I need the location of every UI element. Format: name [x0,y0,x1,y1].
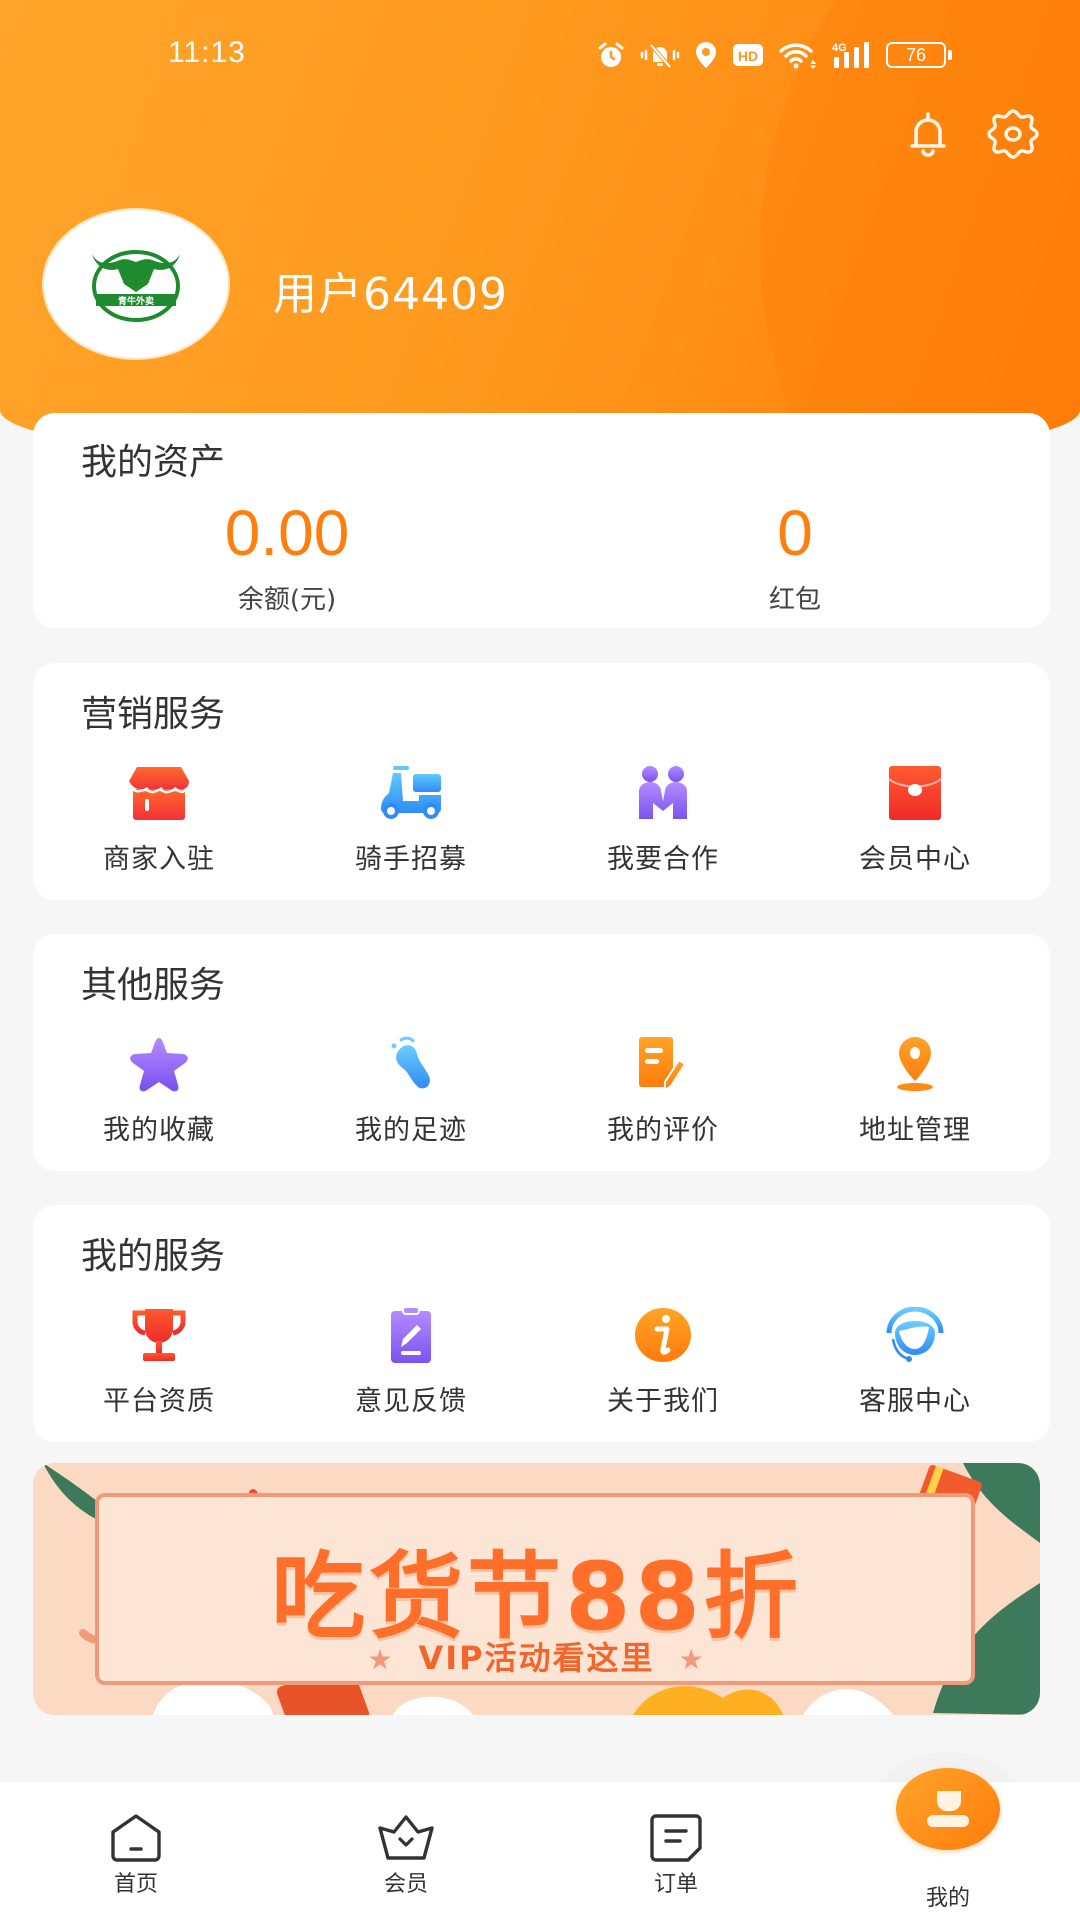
location-pin-icon [897,1037,933,1091]
status-icons: HD 4G 76 [596,38,952,72]
status-bar: 11:13 HD 4G 76 [0,0,1080,100]
user-icon [927,1791,969,1827]
bottom-nav: 首页 会员 订单 我的 [0,1768,1080,1920]
scooter-icon [381,766,441,819]
trophy-icon [132,1309,186,1361]
footprint-item[interactable]: 我的足迹 [285,1036,537,1147]
banner-subtitle: VIP活动看这里 [418,1639,655,1677]
location-icon [696,42,716,68]
cooperation-item[interactable]: 我要合作 [537,765,789,876]
review-edit-icon [639,1037,687,1092]
banner-subtitle-row: ★ VIP活动看这里 ★ [33,1633,1040,1679]
qualification-label: 平台资质 [103,1386,215,1417]
marketing-title: 营销服务 [81,694,226,735]
customer-service-label: 客服中心 [859,1386,971,1417]
nav-home[interactable]: 首页 [66,1782,206,1920]
handshake-people-icon [639,766,687,819]
star-decoration-icon: ★ [678,1643,706,1676]
nav-home-label: 首页 [113,1872,158,1897]
promo-banner[interactable]: 吃货节88折 ★ VIP活动看这里 ★ [33,1463,1040,1715]
nav-orders-label: 订单 [653,1872,698,1897]
nav-mine-label: 我的 [925,1886,970,1911]
marketing-services-card: 营销服务 商家入驻 骑手招募 我要合作 会员中心 [33,663,1050,900]
alarm-icon [598,42,624,67]
nav-mine-active-circle [896,1768,1000,1850]
redpacket-item[interactable]: 0 红包 [645,501,945,616]
notifications-button[interactable] [902,108,954,160]
member-center-item[interactable]: 会员中心 [789,765,1041,876]
brand-logo-icon: 青牛外卖 [92,250,180,322]
footprint-icon [391,1036,430,1089]
signal-icon: 4G [832,42,869,68]
reviews-label: 我的评价 [607,1115,719,1146]
my-services-card: 我的服务 平台资质 意见反馈 关于我们 客服中心 [33,1205,1050,1442]
settings-button[interactable] [985,108,1039,160]
crown-icon [378,1815,434,1860]
other-title: 其他服务 [81,965,226,1006]
storefront-icon [129,767,189,820]
cooperation-label: 我要合作 [607,844,719,875]
redpacket-value: 0 [777,497,813,569]
nav-mine[interactable]: 我的 [878,1768,1018,1911]
hd-icon: HD [733,44,763,66]
assets-title: 我的资产 [81,442,226,483]
headset-icon [886,1307,944,1362]
redpacket-label: 红包 [768,585,821,615]
wifi-icon [779,43,816,69]
order-icon [650,1814,702,1862]
balance-value: 0.00 [224,497,350,569]
avatar[interactable]: 青牛外卖 [42,208,230,360]
star-decoration-icon: ★ [367,1643,395,1676]
gear-icon [987,109,1039,159]
other-services-card: 其他服务 我的收藏 我的足迹 我的评价 地址管理 [33,934,1050,1171]
username[interactable]: 用户64409 [273,258,508,322]
nav-member[interactable]: 会员 [336,1782,476,1920]
footprint-label: 我的足迹 [355,1115,467,1146]
favorites-label: 我的收藏 [103,1115,215,1146]
merchant-join-item[interactable]: 商家入驻 [33,765,285,876]
favorites-item[interactable]: 我的收藏 [33,1036,285,1147]
balance-label: 余额(元) [237,585,337,615]
nav-orders[interactable]: 订单 [606,1782,746,1920]
reviews-item[interactable]: 我的评价 [537,1036,789,1147]
brand-logo-text: 青牛外卖 [118,295,154,307]
about-us-item[interactable]: 关于我们 [537,1307,789,1418]
balance-item[interactable]: 0.00 余额(元) [137,501,437,616]
status-time: 11:13 [168,36,246,69]
merchant-join-label: 商家入驻 [103,844,215,875]
qualification-item[interactable]: 平台资质 [33,1307,285,1418]
feedback-item[interactable]: 意见反馈 [285,1307,537,1418]
bell-icon [910,112,946,157]
info-icon [635,1308,691,1362]
address-label: 地址管理 [859,1115,971,1146]
nav-member-label: 会员 [383,1872,428,1897]
red-envelope-icon [888,766,942,820]
clipboard-edit-icon [391,1307,431,1363]
battery-icon: 76 [886,42,952,68]
battery-level: 76 [886,42,946,68]
about-us-label: 关于我们 [607,1386,719,1417]
rider-recruit-item[interactable]: 骑手招募 [285,765,537,876]
home-icon [111,1814,161,1862]
feedback-label: 意见反馈 [355,1386,467,1417]
mute-vibrate-icon [640,43,680,69]
customer-service-item[interactable]: 客服中心 [789,1307,1041,1418]
assets-card: 我的资产 0.00 余额(元) 0 红包 [33,413,1050,628]
star-icon [130,1038,188,1092]
address-item[interactable]: 地址管理 [789,1036,1041,1147]
rider-recruit-label: 骑手招募 [355,844,467,875]
mine-title: 我的服务 [81,1236,226,1277]
member-center-label: 会员中心 [859,844,971,875]
svg-text:HD: HD [738,48,758,64]
